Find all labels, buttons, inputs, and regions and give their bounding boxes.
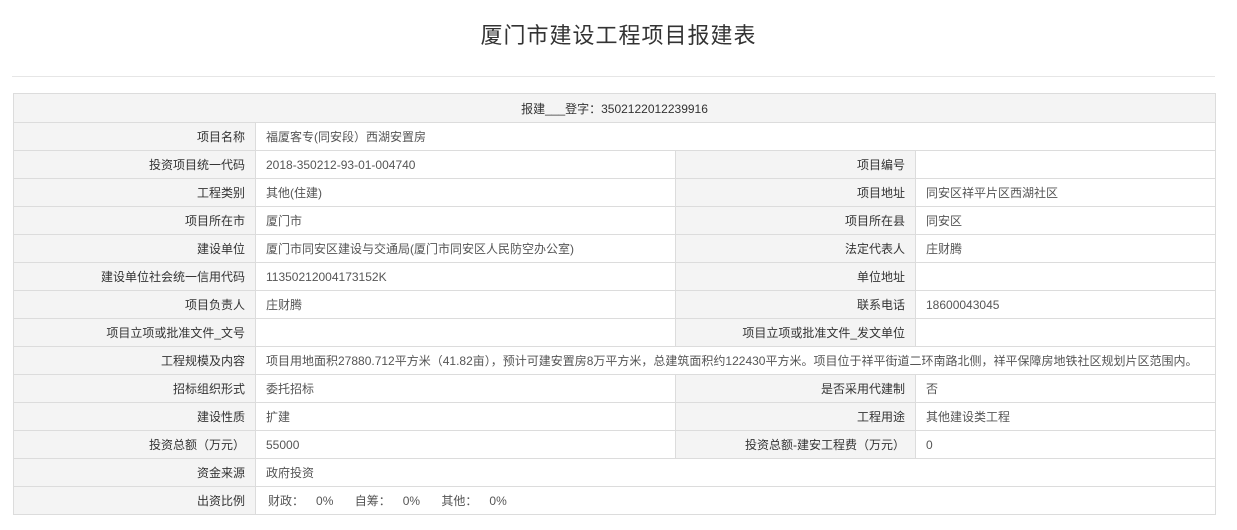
ratio-other: 其他： 0% bbox=[441, 492, 506, 509]
fund-source-label: 资金来源 bbox=[13, 458, 256, 487]
table-row: 建设单位 厦门市同安区建设与交通局(厦门市同安区人民防空办公室) 法定代表人 庄… bbox=[13, 234, 1216, 263]
table-row: 项目所在市 厦门市 项目所在县 同安区 bbox=[13, 206, 1216, 235]
table-row: 招标组织形式 委托招标 是否采用代建制 否 bbox=[13, 374, 1216, 403]
table-row: 建设单位社会统一信用代码 11350212004173152K 单位地址 bbox=[13, 262, 1216, 291]
county-label: 项目所在县 bbox=[675, 206, 916, 235]
project-address-label: 项目地址 bbox=[675, 178, 916, 207]
ratio-finance-value: 0% bbox=[316, 494, 334, 508]
usage-label: 工程用途 bbox=[675, 402, 916, 431]
table-row: 工程规模及内容 项目用地面积27880.712平方米（41.82亩），预计可建安… bbox=[13, 346, 1216, 375]
county-value: 同安区 bbox=[915, 206, 1216, 235]
title-divider bbox=[12, 76, 1215, 77]
total-invest-value: 55000 bbox=[255, 430, 676, 459]
table-row: 资金来源 政府投资 bbox=[13, 458, 1216, 487]
registration-number: 报建___登字：3502122012239916 bbox=[13, 93, 1216, 123]
bidding-form-value: 委托招标 bbox=[255, 374, 676, 403]
agent-system-label: 是否采用代建制 bbox=[675, 374, 916, 403]
eng-category-label: 工程类别 bbox=[13, 178, 256, 207]
approval-doc-no-label: 项目立项或批准文件_文号 bbox=[13, 318, 256, 347]
phone-label: 联系电话 bbox=[675, 290, 916, 319]
bidding-form-label: 招标组织形式 bbox=[13, 374, 256, 403]
ratio-finance-label: 财政： bbox=[268, 494, 305, 508]
credit-code-label: 建设单位社会统一信用代码 bbox=[13, 262, 256, 291]
unit-address-value bbox=[915, 262, 1216, 291]
legal-rep-value: 庄财腾 bbox=[915, 234, 1216, 263]
project-no-label: 项目编号 bbox=[675, 150, 916, 179]
builder-label: 建设单位 bbox=[13, 234, 256, 263]
invest-code-value: 2018-350212-93-01-004740 bbox=[255, 150, 676, 179]
total-invest-label: 投资总额（万元） bbox=[13, 430, 256, 459]
unit-address-label: 单位地址 bbox=[675, 262, 916, 291]
table-row: 投资总额（万元） 55000 投资总额-建安工程费（万元） 0 bbox=[13, 430, 1216, 459]
usage-value: 其他建设类工程 bbox=[915, 402, 1216, 431]
construction-cost-value: 0 bbox=[915, 430, 1216, 459]
scale-value: 项目用地面积27880.712平方米（41.82亩），预计可建安置房8万平方米，… bbox=[255, 346, 1216, 375]
manager-label: 项目负责人 bbox=[13, 290, 256, 319]
manager-value: 庄财腾 bbox=[255, 290, 676, 319]
approval-issuer-label: 项目立项或批准文件_发文单位 bbox=[675, 318, 916, 347]
city-label: 项目所在市 bbox=[13, 206, 256, 235]
ratio-self-value: 0% bbox=[402, 494, 421, 508]
ratio-other-value: 0% bbox=[489, 494, 507, 508]
ratio-label: 出资比例 bbox=[13, 486, 256, 515]
project-name-value: 福厦客专(同安段）西湖安置房 bbox=[255, 122, 1216, 151]
project-name-label: 项目名称 bbox=[13, 122, 256, 151]
approval-doc-no-value bbox=[255, 318, 676, 347]
table-row: 项目负责人 庄财腾 联系电话 18600043045 bbox=[13, 290, 1216, 319]
nature-value: 扩建 bbox=[255, 402, 676, 431]
construction-cost-label: 投资总额-建安工程费（万元） bbox=[675, 430, 916, 459]
credit-code-value: 11350212004173152K bbox=[255, 262, 676, 291]
table-row: 出资比例 财政： 0% 自筹： 0% 其他： 0% bbox=[13, 486, 1216, 515]
agent-system-value: 否 bbox=[915, 374, 1216, 403]
table-row: 项目名称 福厦客专(同安段）西湖安置房 bbox=[13, 122, 1216, 151]
fund-source-value: 政府投资 bbox=[255, 458, 1216, 487]
table-row: 项目立项或批准文件_文号 项目立项或批准文件_发文单位 bbox=[13, 318, 1216, 347]
table-header-row: 报建___登字：3502122012239916 bbox=[13, 93, 1216, 123]
nature-label: 建设性质 bbox=[13, 402, 256, 431]
legal-rep-label: 法定代表人 bbox=[675, 234, 916, 263]
ratio-value: 财政： 0% 自筹： 0% 其他： 0% bbox=[255, 486, 1216, 515]
ratio-finance: 财政： 0% bbox=[268, 492, 333, 509]
table-row: 建设性质 扩建 工程用途 其他建设类工程 bbox=[13, 402, 1216, 431]
builder-value: 厦门市同安区建设与交通局(厦门市同安区人民防空办公室) bbox=[255, 234, 676, 263]
invest-code-label: 投资项目统一代码 bbox=[13, 150, 256, 179]
project-address-value: 同安区祥平片区西湖社区 bbox=[915, 178, 1216, 207]
report-table: 报建___登字：3502122012239916 项目名称 福厦客专(同安段）西… bbox=[13, 93, 1216, 515]
city-value: 厦门市 bbox=[255, 206, 676, 235]
project-no-value bbox=[915, 150, 1216, 179]
scale-label: 工程规模及内容 bbox=[13, 346, 256, 375]
ratio-other-label: 其他： bbox=[441, 494, 478, 508]
ratio-self-label: 自筹： bbox=[354, 494, 391, 508]
phone-value: 18600043045 bbox=[915, 290, 1216, 319]
ratio-self: 自筹： 0% bbox=[355, 492, 420, 509]
page-title: 厦门市建设工程项目报建表 bbox=[480, 23, 757, 48]
table-row: 工程类别 其他(住建) 项目地址 同安区祥平片区西湖社区 bbox=[13, 178, 1216, 207]
approval-issuer-value bbox=[915, 318, 1216, 347]
table-row: 投资项目统一代码 2018-350212-93-01-004740 项目编号 bbox=[13, 150, 1216, 179]
eng-category-value: 其他(住建) bbox=[255, 178, 676, 207]
